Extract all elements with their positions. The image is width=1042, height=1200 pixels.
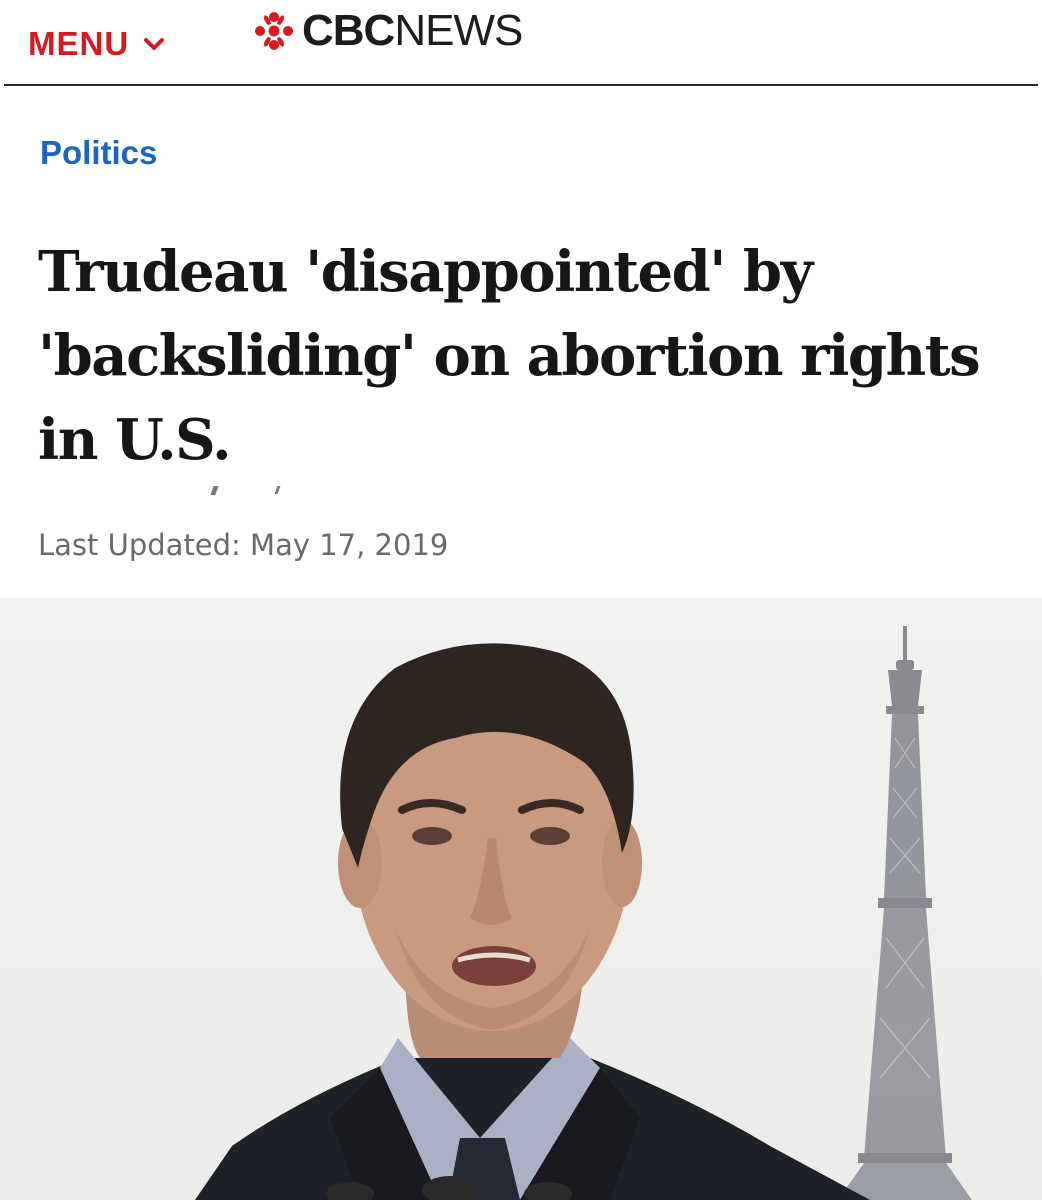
cbc-gem-icon xyxy=(255,12,293,50)
cbc-news-logo[interactable]: CBCNEWS xyxy=(254,6,523,55)
brand-news: NEWS xyxy=(394,6,523,55)
brand-wordmark: CBCNEWS xyxy=(302,6,523,55)
header-divider xyxy=(4,84,1038,86)
byline-clipped xyxy=(40,474,340,498)
menu-button[interactable]: MENU xyxy=(28,22,165,66)
chevron-down-icon xyxy=(144,38,165,50)
section-link-politics[interactable]: Politics xyxy=(40,134,157,172)
article-headline: Trudeau 'disappointed' by 'backsliding' … xyxy=(38,239,981,473)
top-bar: MENU CBCNEWS xyxy=(0,0,1042,86)
eiffel-tower-illustration xyxy=(838,626,972,1200)
lead-photo xyxy=(0,598,1042,1200)
photo-illustration xyxy=(195,626,972,1200)
brand-cbc: CBC xyxy=(302,6,395,55)
menu-label: MENU xyxy=(28,25,130,62)
mouth-shape xyxy=(452,946,536,986)
last-updated-timestamp: Last Updated: May 17, 2019 xyxy=(38,528,449,562)
